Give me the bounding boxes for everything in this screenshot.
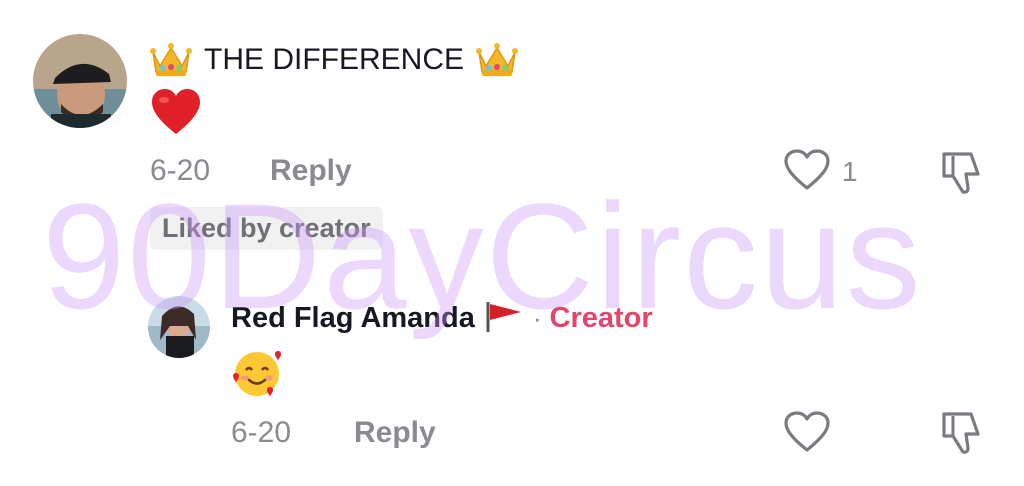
- heart-outline-icon: [782, 148, 832, 197]
- separator-dot: ·: [532, 303, 542, 333]
- thumbs-down-icon: [942, 152, 980, 194]
- reply-dislike-button[interactable]: [938, 410, 984, 461]
- reply-reply-button[interactable]: Reply: [354, 416, 436, 450]
- reply-username[interactable]: Red Flag Amanda: [231, 302, 475, 335]
- reply-like-button[interactable]: [782, 410, 832, 459]
- creator-badge: Creator: [549, 302, 653, 334]
- reply-date: 6-20: [231, 416, 292, 449]
- comment-like-count: 1: [842, 156, 858, 187]
- liked-by-creator-badge: Liked by creator: [150, 207, 383, 250]
- crown-icon: [150, 42, 192, 78]
- comment-like-button[interactable]: 1: [782, 148, 872, 197]
- thumbs-down-icon: [942, 412, 980, 454]
- reply-header: Red Flag Amanda · Creator: [231, 298, 653, 339]
- reply-avatar[interactable]: [148, 296, 210, 358]
- red-flag-icon: [483, 298, 525, 339]
- comment-reply-button[interactable]: Reply: [270, 154, 352, 188]
- smiling-face-with-hearts-icon: [231, 346, 287, 403]
- comment-date: 6-20: [150, 154, 211, 187]
- commenter-avatar[interactable]: [33, 34, 127, 128]
- heart-outline-icon: [784, 411, 830, 452]
- crown-icon: [476, 42, 519, 78]
- comment-dislike-button[interactable]: [938, 150, 984, 201]
- comment-text-line: THE DIFFERENCE: [150, 40, 519, 80]
- red-heart-icon: [150, 88, 202, 136]
- comment-text: THE DIFFERENCE: [204, 43, 465, 76]
